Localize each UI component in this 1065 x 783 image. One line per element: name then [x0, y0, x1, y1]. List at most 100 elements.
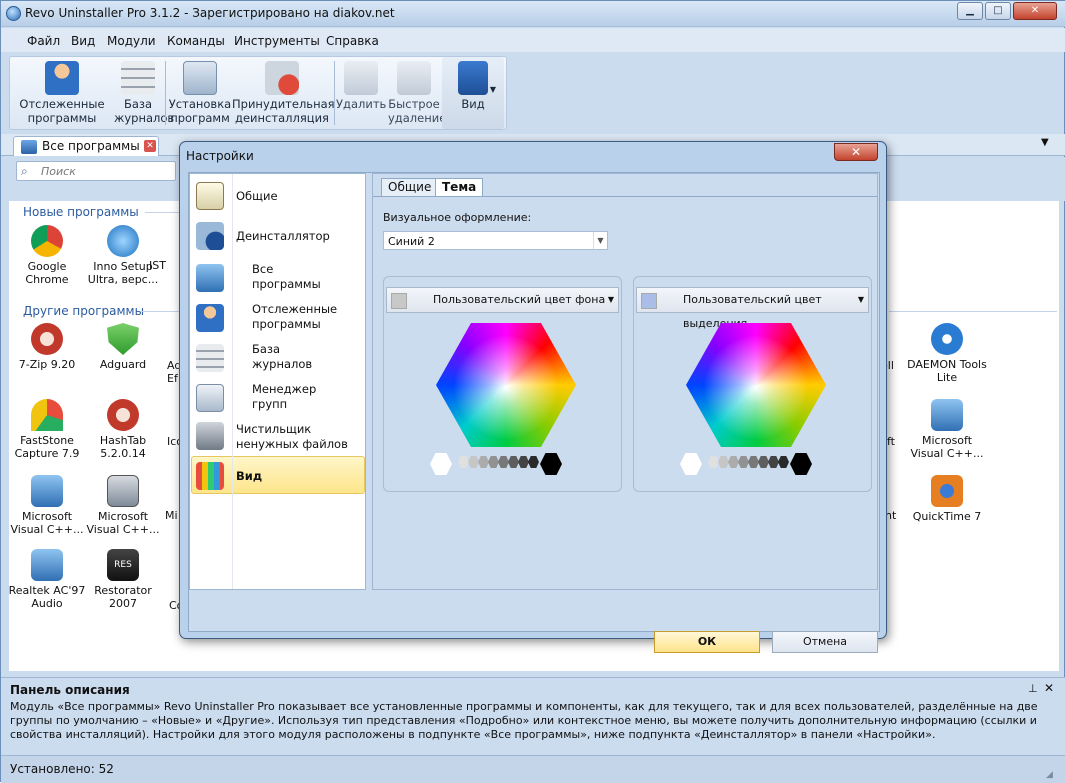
view-button[interactable]: Вид ▼: [442, 57, 504, 129]
setup-icon: [107, 475, 139, 507]
cleaner-icon: [196, 422, 224, 450]
program-item[interactable]: Adguard: [83, 323, 163, 371]
white-swatch[interactable]: [430, 453, 452, 475]
ok-button[interactable]: ОК: [654, 631, 760, 653]
search-placeholder: Поиск: [41, 165, 76, 178]
tab-menu-icon[interactable]: ▼: [1041, 137, 1049, 148]
grey-swatch[interactable]: [718, 456, 729, 468]
grey-swatch[interactable]: [738, 456, 749, 468]
nav-item-logs[interactable]: База журналов: [190, 340, 365, 380]
grey-swatch[interactable]: [768, 456, 779, 468]
program-item[interactable]: FastStone Capture 7.9: [7, 399, 87, 460]
search-input[interactable]: ⌕ Поиск: [16, 161, 176, 181]
program-label: 7-Zip 9.20: [18, 358, 76, 371]
menu-file[interactable]: Файл: [27, 34, 60, 48]
nav-label: Все программы: [252, 262, 321, 291]
resize-grip-icon[interactable]: ◢: [1046, 770, 1058, 782]
black-swatch[interactable]: [790, 453, 812, 475]
installer-icon: [31, 475, 63, 507]
nav-item-general[interactable]: Общие: [190, 180, 365, 216]
grey-swatch[interactable]: [478, 456, 489, 468]
chevron-down-icon: ▼: [857, 295, 864, 304]
color-hexagon-palette[interactable]: [686, 323, 826, 447]
bg-color-button[interactable]: Пользовательский цвет фона ▼: [386, 287, 619, 313]
dialog-close-button[interactable]: ✕: [834, 143, 878, 161]
nav-label: База журналов: [252, 342, 313, 371]
grey-swatch[interactable]: [458, 456, 469, 468]
grey-swatch[interactable]: [518, 456, 529, 468]
sel-color-button[interactable]: Пользовательский цвет выделения ▼: [636, 287, 869, 330]
faststone-icon: [31, 399, 63, 431]
delete-button[interactable]: Удалить: [336, 57, 386, 129]
nav-item-uninstaller[interactable]: Деинсталлятор: [190, 220, 365, 256]
logs-database-button[interactable]: База журналов: [114, 57, 174, 129]
nav-item-view[interactable]: Вид: [190, 460, 365, 496]
theme-select[interactable]: Синий 2 ▼: [383, 231, 608, 250]
white-swatch[interactable]: [680, 453, 702, 475]
program-item[interactable]: QuickTime 7: [907, 475, 987, 523]
grey-swatch[interactable]: [728, 456, 739, 468]
program-item[interactable]: HashTab 5.2.0.14: [83, 399, 163, 460]
quick-delete-icon: [397, 61, 431, 95]
restorator-icon: RES: [107, 549, 139, 581]
program-item[interactable]: 7-Zip 9.20: [7, 323, 87, 371]
close-button[interactable]: ✕: [1013, 2, 1057, 20]
traced-programs-button[interactable]: Отслеженные программы: [14, 57, 110, 129]
program-item[interactable]: DAEMON Tools Lite: [907, 323, 987, 384]
grey-swatch[interactable]: [778, 456, 789, 468]
program-item[interactable]: Microsoft Visual C++...: [907, 399, 987, 460]
tab-general[interactable]: Общие: [381, 178, 439, 196]
black-swatch[interactable]: [540, 453, 562, 475]
grey-swatch[interactable]: [758, 456, 769, 468]
app-icon: [6, 6, 21, 21]
menu-commands[interactable]: Команды: [167, 34, 225, 48]
program-item[interactable]: Realtek AC'97 Audio: [7, 549, 87, 610]
nav-item-traced[interactable]: Отслеженные программы: [190, 300, 365, 340]
grey-swatch[interactable]: [498, 456, 509, 468]
program-item[interactable]: Microsoft Visual C++...: [83, 475, 163, 536]
program-item[interactable]: Microsoft Visual C++...: [7, 475, 87, 536]
grey-swatch[interactable]: [748, 456, 759, 468]
separator: [334, 61, 335, 125]
nav-item-groups[interactable]: Менеджер групп: [190, 380, 365, 420]
partial-label: ft: [887, 435, 895, 448]
tab-underline: [373, 196, 877, 197]
view-label: Вид: [461, 97, 485, 111]
menu-help[interactable]: Справка: [326, 34, 379, 48]
program-item[interactable]: RES Restorator 2007: [83, 549, 163, 610]
nav-label: Менеджер групп: [252, 382, 317, 411]
close-tab-icon[interactable]: ✕: [144, 140, 156, 152]
maximize-button[interactable]: □: [985, 2, 1011, 20]
program-item[interactable]: Google Chrome: [7, 225, 87, 286]
minimize-button[interactable]: ▁: [957, 2, 983, 20]
install-programs-button[interactable]: Установка программ: [168, 57, 232, 129]
nav-item-cleaner[interactable]: Чистильщик ненужных файлов: [190, 420, 365, 456]
grey-swatch[interactable]: [528, 456, 539, 468]
program-item[interactable]: Inno Setup Ultra, верс...: [83, 225, 163, 286]
menu-view[interactable]: Вид: [71, 34, 95, 48]
uninstaller-icon: [196, 222, 224, 250]
grey-swatch[interactable]: [508, 456, 519, 468]
grey-palette[interactable]: [680, 451, 820, 475]
7zip-icon: [31, 323, 63, 355]
close-panel-icon[interactable]: ✕: [1044, 681, 1054, 695]
color-hexagon-palette[interactable]: [436, 323, 576, 447]
quick-delete-button[interactable]: Быстрое удаление: [388, 57, 446, 129]
tab-all-programs[interactable]: Все программы ✕: [13, 136, 159, 156]
pin-icon[interactable]: ⊥: [1028, 682, 1038, 695]
grey-swatch[interactable]: [488, 456, 499, 468]
program-label: HashTab 5.2.0.14: [99, 434, 147, 460]
tab-theme[interactable]: Тема: [435, 178, 484, 196]
group-new-header: Новые программы: [23, 205, 139, 219]
forced-uninstall-button[interactable]: Принудительная деинсталляция: [232, 57, 335, 129]
program-item[interactable]: IST: [149, 259, 179, 272]
menu-bar: Файл Вид Модули Команды Инструменты Спра…: [1, 28, 1065, 52]
grey-swatch[interactable]: [468, 456, 479, 468]
program-label: FastStone Capture 7.9: [14, 434, 80, 460]
nav-item-all-programs[interactable]: Все программы: [190, 260, 365, 300]
cancel-button[interactable]: Отмена: [772, 631, 878, 653]
grey-swatch[interactable]: [708, 456, 719, 468]
menu-tools[interactable]: Инструменты: [234, 34, 320, 48]
menu-modules[interactable]: Модули: [107, 34, 156, 48]
grey-palette[interactable]: [430, 451, 570, 475]
